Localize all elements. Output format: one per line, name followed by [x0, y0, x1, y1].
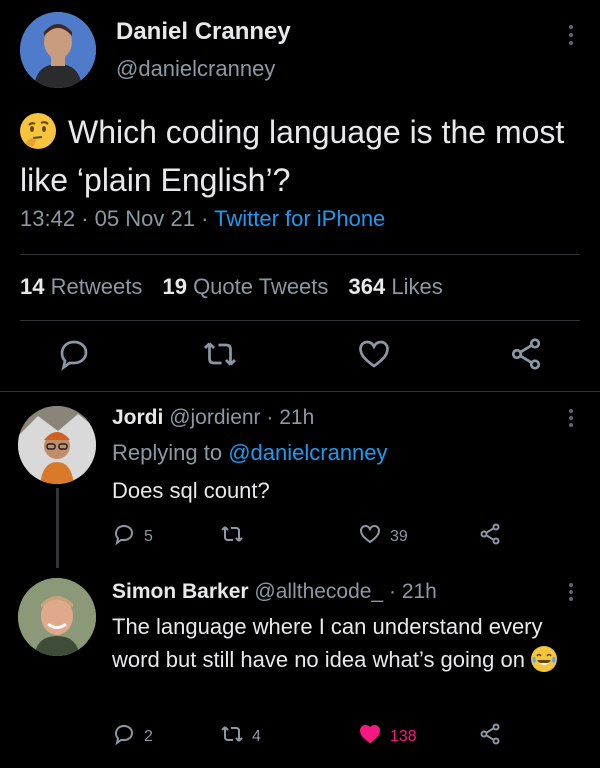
like-icon [358, 522, 382, 551]
reply-button[interactable]: 5 [112, 522, 153, 551]
reply-button[interactable]: 2 [112, 722, 153, 751]
quotes-stat[interactable]: 19 Quote Tweets [162, 274, 328, 299]
retweet-button[interactable]: 4 [220, 722, 261, 751]
retweet-icon[interactable] [202, 336, 238, 372]
reply-actions: 2 4 138 [112, 722, 532, 752]
retweet-icon [220, 522, 244, 551]
retweets-stat[interactable]: 14 Retweets [20, 274, 142, 299]
like-count: 39 [390, 527, 408, 545]
main-tweet: Daniel Cranney @danielcranney Which codi… [0, 0, 600, 392]
reply-tweet[interactable]: Simon Barker @allthecode_ · 21h The lang… [0, 572, 600, 768]
replying-to-mention[interactable]: @danielcranney [228, 440, 387, 465]
share-icon [478, 722, 502, 751]
reply-header: Jordi @jordienr · 21h [112, 406, 315, 429]
reply-text: Does sql count? [112, 478, 270, 503]
reply-age[interactable]: 21h [402, 580, 437, 603]
reply-icon[interactable] [56, 336, 92, 372]
author-handle[interactable]: @danielcranney [116, 56, 275, 82]
tweet-source[interactable]: Twitter for iPhone [214, 206, 385, 231]
tweet-stats: 14 Retweets 19 Quote Tweets 364 Likes [20, 274, 443, 300]
retweet-count: 4 [252, 727, 261, 745]
like-count: 138 [390, 727, 417, 745]
like-icon[interactable] [356, 336, 392, 372]
thinking-face-icon [20, 113, 56, 149]
reply-body: The language where I can understand ever… [112, 614, 543, 672]
tweet-body: Which coding language is the most like ‘… [20, 114, 565, 198]
like-button[interactable]: 39 [358, 522, 408, 551]
tweet-text: Which coding language is the most like ‘… [20, 108, 580, 204]
reply-author-name[interactable]: Jordi [112, 406, 163, 429]
reply-icon [112, 722, 136, 751]
share-icon[interactable] [508, 336, 544, 372]
tweet-time[interactable]: 13:42 [20, 206, 75, 231]
author-name[interactable]: Daniel Cranney [116, 18, 291, 46]
avatar[interactable] [18, 578, 96, 656]
reply-header: Simon Barker @allthecode_ · 21h [112, 580, 437, 603]
tweet-meta: 13:42 · 05 Nov 21 · Twitter for iPhone [20, 206, 386, 231]
retweet-icon [220, 722, 244, 751]
more-options-icon[interactable] [568, 408, 574, 434]
reply-tweet[interactable]: Jordi @jordienr · 21h Replying to @danie… [0, 392, 600, 568]
reply-actions: 5 39 [112, 522, 532, 552]
retweet-button[interactable] [220, 522, 252, 551]
like-button[interactable]: 138 [358, 722, 417, 751]
divider [20, 254, 580, 255]
reply-count: 2 [144, 727, 153, 745]
more-options-icon[interactable] [568, 582, 574, 608]
reply-author-handle[interactable]: @jordienr [169, 406, 260, 429]
more-options-icon[interactable] [568, 24, 574, 50]
reply-author-handle[interactable]: @allthecode_ [254, 580, 383, 603]
likes-stat[interactable]: 364 Likes [349, 274, 443, 299]
share-button[interactable] [478, 722, 502, 751]
reply-count: 5 [144, 527, 153, 545]
divider [20, 320, 580, 321]
tweet-date[interactable]: 05 Nov 21 [95, 206, 195, 231]
reply-age[interactable]: 21h [279, 406, 314, 429]
share-icon [478, 522, 502, 551]
avatar[interactable] [20, 12, 96, 88]
avatar[interactable] [18, 406, 96, 484]
share-button[interactable] [478, 522, 502, 551]
reply-text: The language where I can understand ever… [112, 610, 572, 676]
replying-to: Replying to @danielcranney [112, 440, 388, 465]
like-icon [358, 722, 382, 751]
tears-of-joy-icon [531, 646, 558, 672]
reply-author-name[interactable]: Simon Barker [112, 580, 249, 603]
reply-icon [112, 522, 136, 551]
thread-line [56, 488, 59, 568]
tweet-actions [0, 336, 600, 376]
